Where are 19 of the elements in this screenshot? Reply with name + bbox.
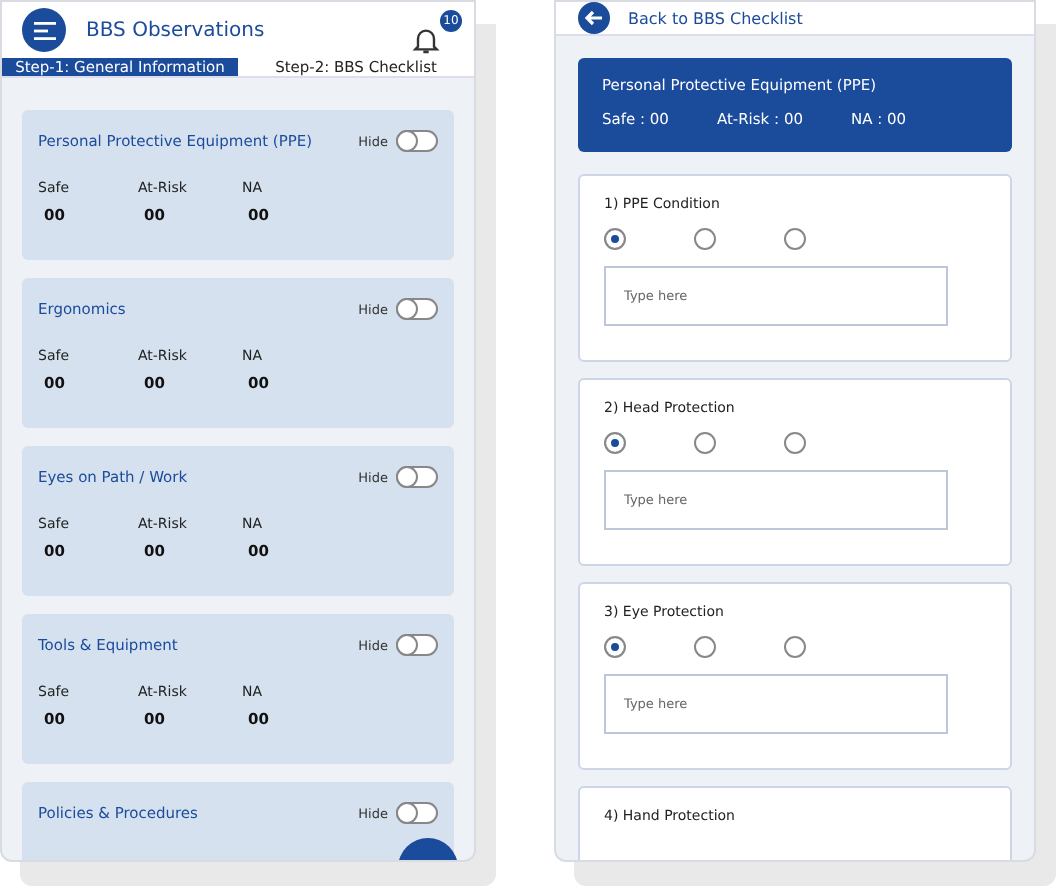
hide-toggle[interactable]	[396, 634, 438, 656]
radio-button[interactable]	[694, 432, 716, 454]
radio-button[interactable]	[604, 636, 626, 658]
radio-button[interactable]	[784, 636, 806, 658]
hide-toggle[interactable]	[396, 130, 438, 152]
radio-button[interactable]	[784, 228, 806, 250]
app-title: BBS Observations	[86, 19, 267, 41]
hide-toggle[interactable]	[396, 466, 438, 488]
bell-icon[interactable]	[410, 24, 442, 56]
hide-toggle[interactable]	[396, 802, 438, 824]
radio-button[interactable]	[604, 432, 626, 454]
back-link[interactable]: Back to BBS Checklist	[628, 9, 803, 27]
menu-button[interactable]	[22, 8, 66, 52]
radio-button[interactable]	[694, 228, 716, 250]
radio-button[interactable]	[604, 228, 626, 250]
menu-icon	[33, 21, 55, 39]
radio-button[interactable]	[694, 636, 716, 658]
radio-button[interactable]	[784, 432, 806, 454]
hide-toggle[interactable]	[396, 298, 438, 320]
